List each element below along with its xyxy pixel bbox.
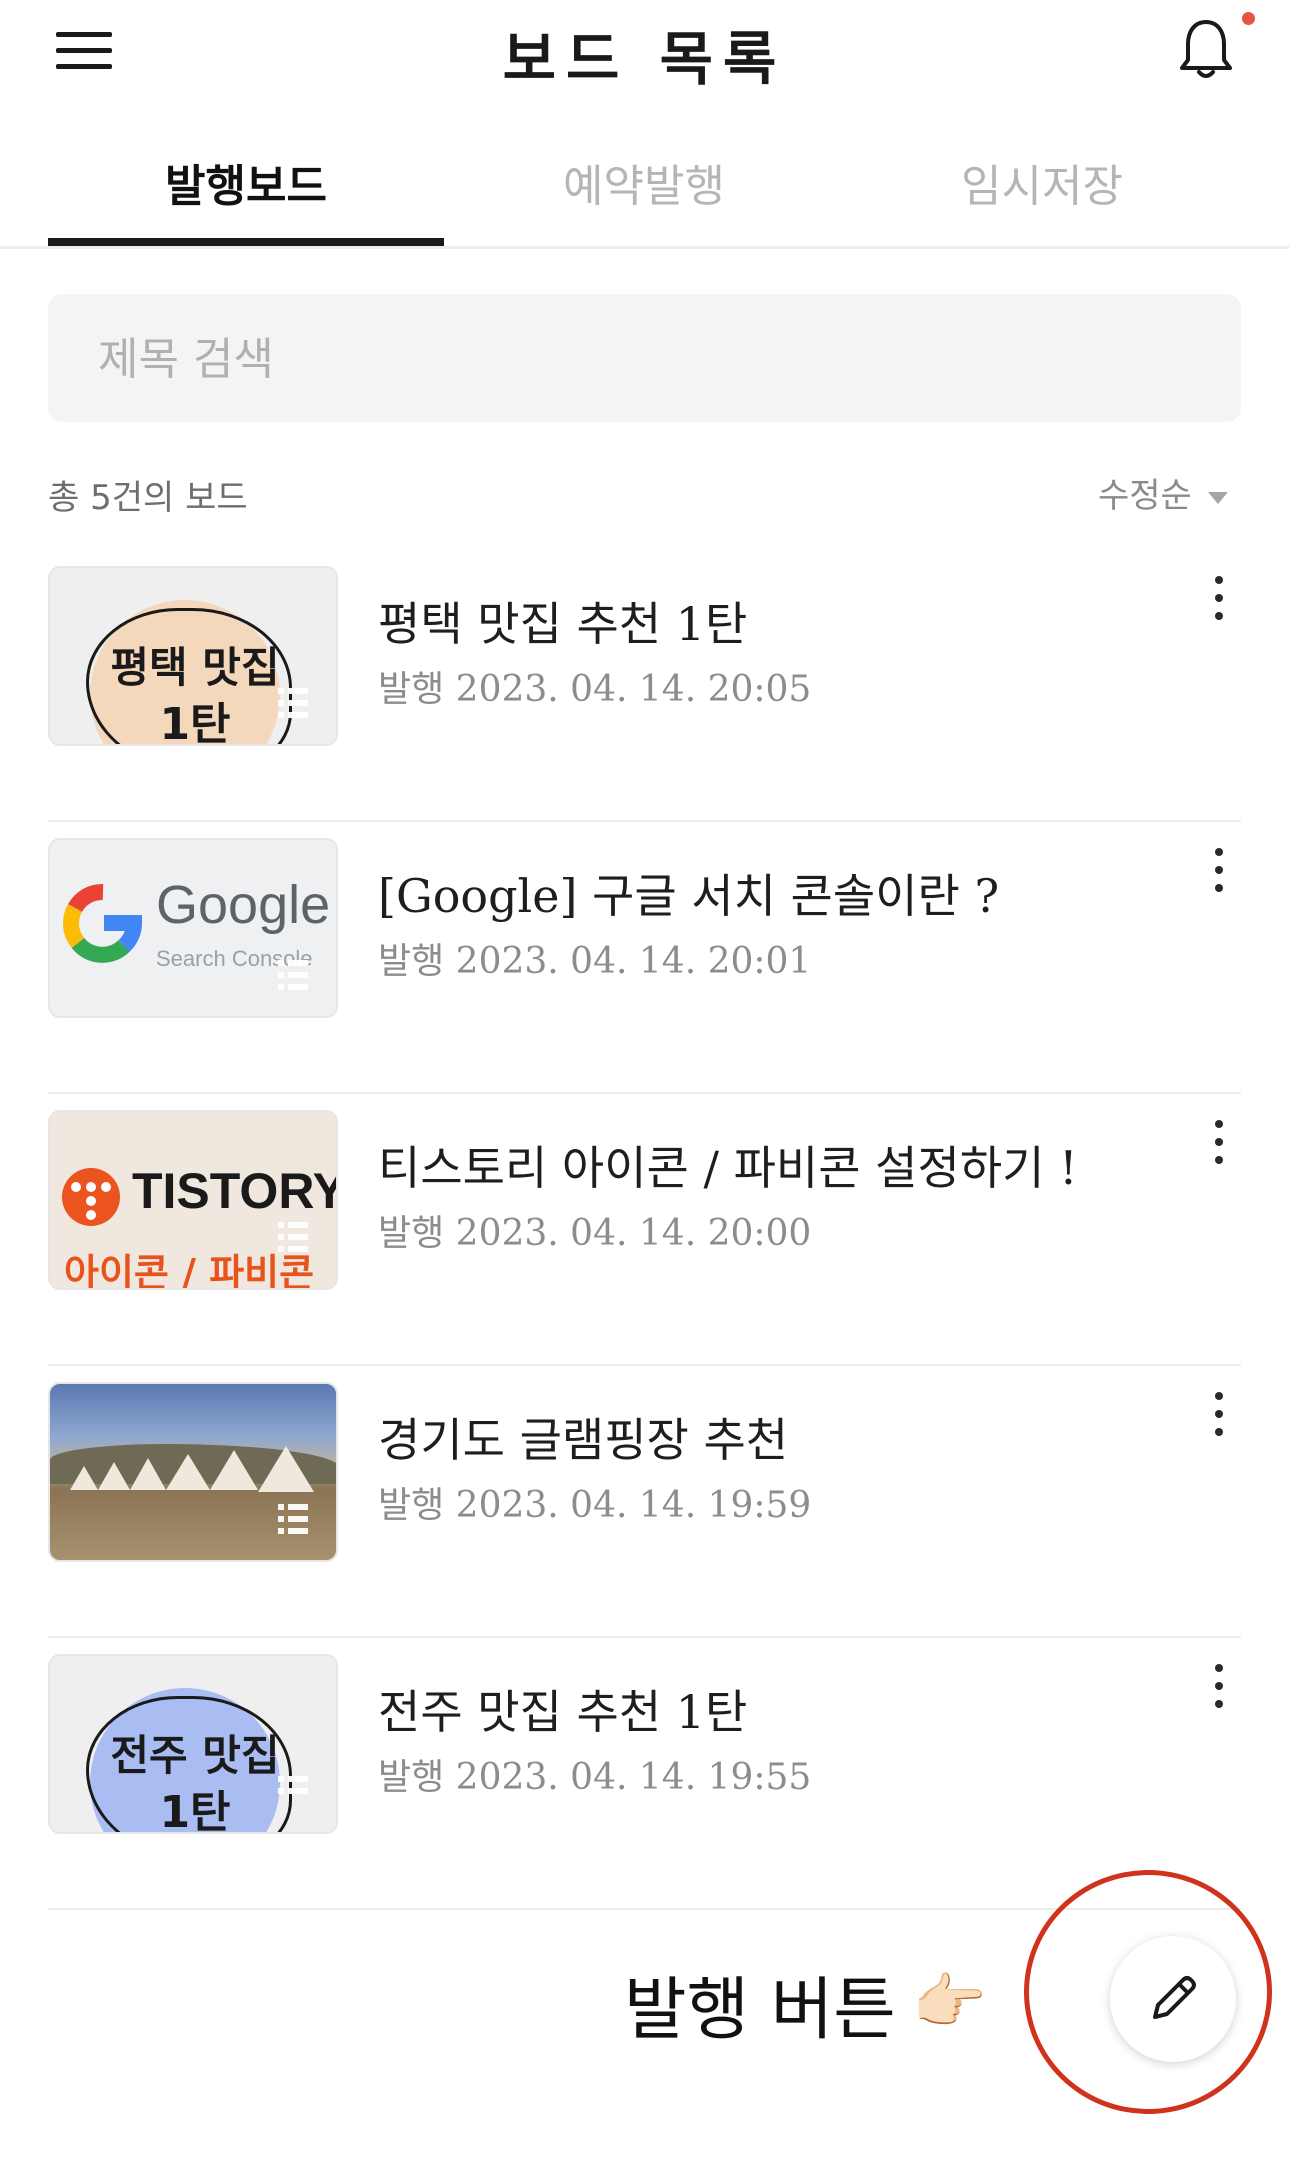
post-date: 발행 2023. 04. 14. 19:55 <box>378 1757 812 1798</box>
list-item[interactable]: Google Search Console [Google] 구글 서치 콘솔이… <box>48 820 1241 1094</box>
list-icon <box>278 1776 308 1806</box>
thumbnail-subtext: 아이콘 / 파비콘 <box>64 1251 315 1290</box>
tent-shape <box>258 1446 314 1492</box>
more-options-icon[interactable] <box>1198 1656 1238 1716</box>
post-date: 발행 2023. 04. 14. 20:05 <box>378 669 812 710</box>
list-item[interactable]: 경기도 글램핑장 추천 발행 2023. 04. 14. 19:59 <box>48 1364 1241 1638</box>
list-icon <box>278 960 308 990</box>
post-thumbnail[interactable]: TISTORY 아이콘 / 파비콘 <box>48 1110 338 1290</box>
active-tab-indicator <box>48 238 444 246</box>
post-thumbnail[interactable]: 평택 맛집 1탄 <box>48 566 338 746</box>
google-g-logo-icon <box>62 884 143 963</box>
post-thumbnail[interactable] <box>48 1382 338 1562</box>
list-icon <box>278 1504 308 1534</box>
app-header: 보드 목록 <box>0 0 1289 110</box>
board-count: 총 5건의 보드 <box>48 478 248 518</box>
tent-shape <box>70 1466 98 1490</box>
search-input[interactable] <box>96 294 1200 424</box>
tent-shape <box>166 1454 210 1490</box>
write-button-annotation: 발행 버튼 <box>624 1971 896 2050</box>
more-options-icon[interactable] <box>1198 568 1238 628</box>
list-icon <box>278 1222 308 1252</box>
tab-drafts[interactable]: 임시저장 <box>844 150 1240 246</box>
post-date: 발행 2023. 04. 14. 19:59 <box>378 1485 812 1526</box>
tistory-logo-icon <box>62 1168 120 1226</box>
pencil-icon <box>1153 1976 1196 2019</box>
sort-dropdown[interactable]: 수정순 <box>1098 468 1228 517</box>
board-tabs: 발행보드 예약발행 임시저장 <box>0 130 1289 249</box>
thumbnail-text: TISTORY <box>132 1163 338 1219</box>
search-box <box>48 294 1241 424</box>
caret-down-icon <box>1207 491 1228 504</box>
tent-shape <box>130 1458 166 1490</box>
thumbnail-text: 전주 맛집 <box>110 1731 280 1780</box>
post-title[interactable]: 경기도 글램핑장 추천 <box>378 1404 788 1470</box>
list-item[interactable]: 전주 맛집 1탄 전주 맛집 추천 1탄 발행 2023. 04. 14. 19… <box>48 1636 1241 1910</box>
list-item[interactable]: 평택 맛집 1탄 평택 맛집 추천 1탄 발행 2023. 04. 14. 20… <box>48 548 1241 822</box>
post-date: 발행 2023. 04. 14. 20:01 <box>378 941 812 982</box>
more-options-icon[interactable] <box>1198 1112 1238 1172</box>
post-title[interactable]: 전주 맛집 추천 1탄 <box>378 1676 747 1742</box>
page-title: 보드 목록 <box>502 25 787 93</box>
list-icon <box>278 688 308 718</box>
thumbnail-text: Google <box>156 875 331 935</box>
tab-scheduled[interactable]: 예약발행 <box>446 150 842 246</box>
more-options-icon[interactable] <box>1198 840 1238 900</box>
post-title[interactable]: 평택 맛집 추천 1탄 <box>378 588 747 654</box>
tent-shape <box>98 1462 130 1490</box>
post-title[interactable]: 티스토리 아이콘 / 파비콘 설정하기 ! <box>378 1132 1078 1198</box>
pointing-hand-icon: 👉🏻 <box>912 1967 987 2037</box>
sort-label: 수정순 <box>1098 476 1192 516</box>
more-options-icon[interactable] <box>1198 1384 1238 1444</box>
post-thumbnail[interactable]: Google Search Console <box>48 838 338 1018</box>
tent-shape <box>210 1450 258 1490</box>
post-thumbnail[interactable]: 전주 맛집 1탄 <box>48 1654 338 1834</box>
list-item[interactable]: TISTORY 아이콘 / 파비콘 티스토리 아이콘 / 파비콘 설정하기 ! … <box>48 1092 1241 1366</box>
post-title[interactable]: [Google] 구글 서치 콘솔이란 ? <box>378 860 999 926</box>
write-post-button[interactable] <box>1110 1936 1236 2062</box>
tab-published[interactable]: 발행보드 <box>48 150 444 246</box>
bell-icon[interactable] <box>1176 16 1236 82</box>
thumbnail-text: 평택 맛집 <box>110 643 280 692</box>
post-date: 발행 2023. 04. 14. 20:00 <box>378 1213 812 1254</box>
notification-dot <box>1242 12 1255 25</box>
